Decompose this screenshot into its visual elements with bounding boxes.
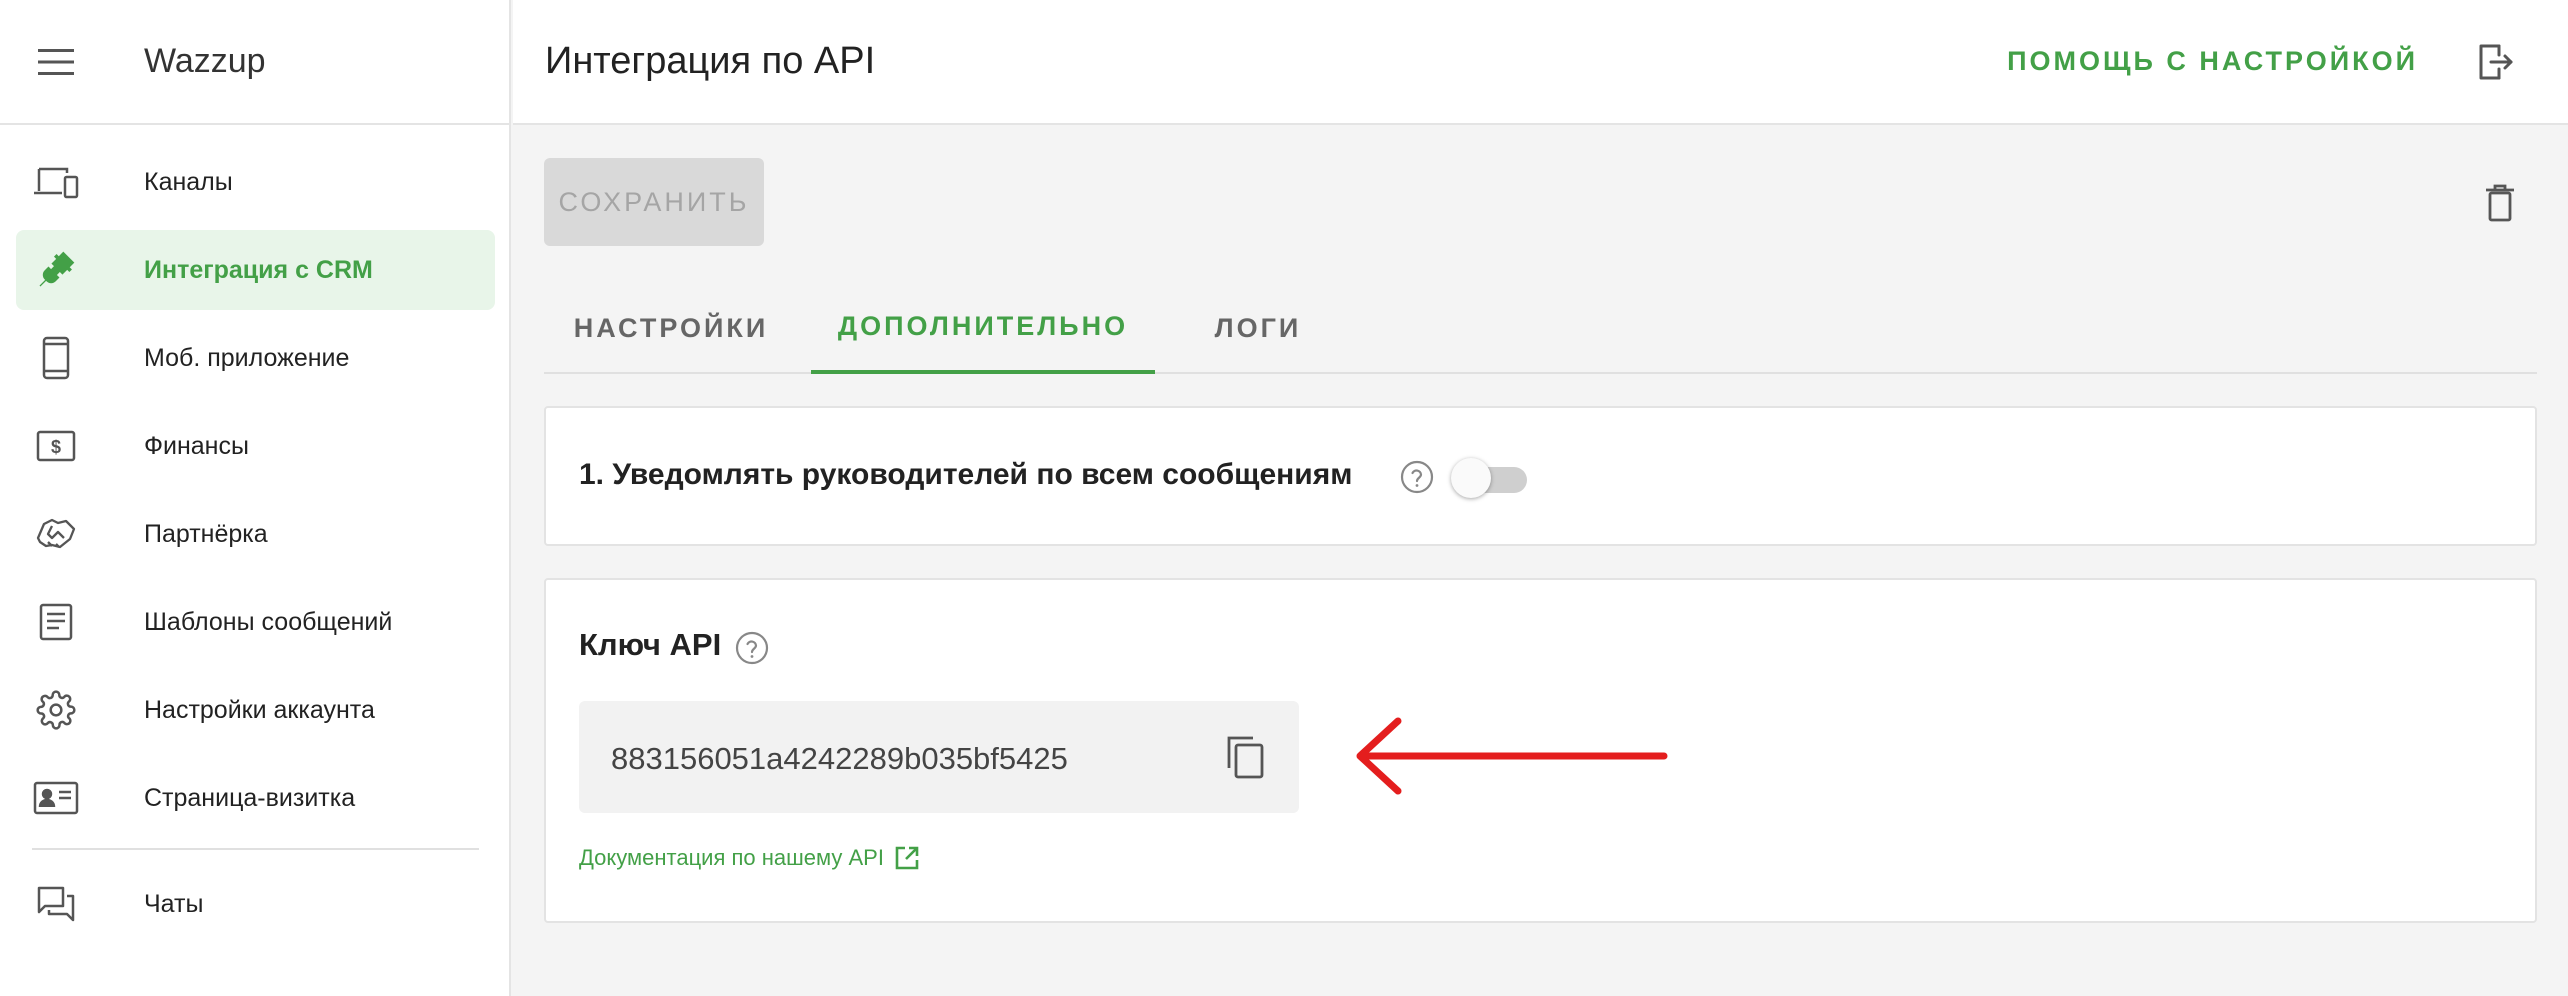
sidebar-item-label: Каналы: [144, 167, 233, 196]
logout-icon[interactable]: [2466, 32, 2526, 92]
tab-logs[interactable]: ЛОГИ: [1155, 282, 1361, 374]
sidebar-header: Wazzup: [0, 0, 509, 125]
sidebar-item-account-settings[interactable]: Настройки аккаунта: [16, 670, 495, 750]
setup-help-link[interactable]: ПОМОЩЬ С НАСТРОЙКОЙ: [2007, 46, 2418, 77]
api-docs-link-label: Документация по нашему API: [579, 845, 884, 870]
external-link-icon: [895, 846, 919, 870]
sidebar-item-finance[interactable]: $ Финансы: [16, 406, 495, 486]
sidebar-item-label: Моб. приложение: [144, 343, 350, 372]
api-docs-link[interactable]: Документация по нашему API: [579, 845, 920, 871]
sidebar-item-label: Настройки аккаунта: [144, 695, 375, 724]
dollar-icon: $: [26, 416, 86, 476]
sidebar: Wazzup Каналы Интеграция с CRM Моб. прил…: [0, 0, 511, 996]
sidebar-divider: [32, 848, 479, 850]
help-circle-icon[interactable]: [734, 630, 770, 666]
save-button[interactable]: СОХРАНИТЬ: [544, 158, 764, 246]
id-card-icon: [26, 768, 86, 828]
sidebar-item-channels[interactable]: Каналы: [16, 142, 495, 222]
sidebar-item-label: Чаты: [144, 889, 204, 918]
page-title: Интеграция по API: [545, 40, 876, 82]
api-key-field: 883156051a4242289b035bf5425: [579, 701, 1299, 813]
sidebar-item-crm-integration[interactable]: Интеграция с CRM: [16, 230, 495, 310]
top-bar: Интеграция по API ПОМОЩЬ С НАСТРОЙКОЙ: [513, 0, 2568, 125]
sidebar-item-label: Партнёрка: [144, 519, 268, 548]
annotation-arrow-icon: [1356, 717, 1668, 795]
tab-bar: НАСТРОЙКИ ДОПОЛНИТЕЛЬНО ЛОГИ: [544, 282, 2537, 374]
phone-icon: [26, 328, 86, 388]
sidebar-nav: Каналы Интеграция с CRM Моб. приложение …: [0, 125, 509, 944]
sidebar-item-mobile-app[interactable]: Моб. приложение: [16, 318, 495, 398]
sidebar-item-label: Финансы: [144, 431, 249, 460]
handshake-icon: [26, 504, 86, 564]
document-icon: [26, 592, 86, 652]
api-key-label: Ключ API: [579, 627, 722, 662]
notify-toggle[interactable]: [1451, 457, 1531, 498]
trash-icon[interactable]: [2472, 175, 2528, 231]
sidebar-item-business-card[interactable]: Страница-визитка: [16, 758, 495, 838]
devices-icon: [26, 152, 86, 212]
notify-card: 1. Уведомлять руководителей по всем сооб…: [544, 406, 2537, 546]
tab-additional[interactable]: ДОПОЛНИТЕЛЬНО: [811, 282, 1155, 374]
tab-settings[interactable]: НАСТРОЙКИ: [544, 282, 798, 374]
app-name: Wazzup: [144, 42, 266, 80]
sidebar-item-message-templates[interactable]: Шаблоны сообщений: [16, 582, 495, 662]
help-circle-icon[interactable]: [1399, 459, 1435, 495]
svg-text:$: $: [51, 437, 61, 457]
main-content: СОХРАНИТЬ НАСТРОЙКИ ДОПОЛНИТЕЛЬНО ЛОГИ 1…: [513, 127, 2568, 996]
api-key-value: 883156051a4242289b035bf5425: [611, 741, 1068, 776]
gear-icon: [26, 680, 86, 740]
toggle-knob: [1451, 458, 1491, 498]
sidebar-item-label: Страница-визитка: [144, 783, 356, 812]
sidebar-item-partner[interactable]: Партнёрка: [16, 494, 495, 574]
notify-label: 1. Уведомлять руководителей по всем сооб…: [579, 458, 1353, 491]
copy-icon[interactable]: [1219, 731, 1271, 783]
plug-icon: [26, 240, 86, 300]
chat-icon: [26, 874, 86, 934]
menu-icon[interactable]: [28, 34, 84, 90]
sidebar-item-label: Интеграция с CRM: [144, 255, 373, 284]
sidebar-item-chats[interactable]: Чаты: [16, 864, 495, 944]
sidebar-item-label: Шаблоны сообщений: [144, 607, 393, 636]
